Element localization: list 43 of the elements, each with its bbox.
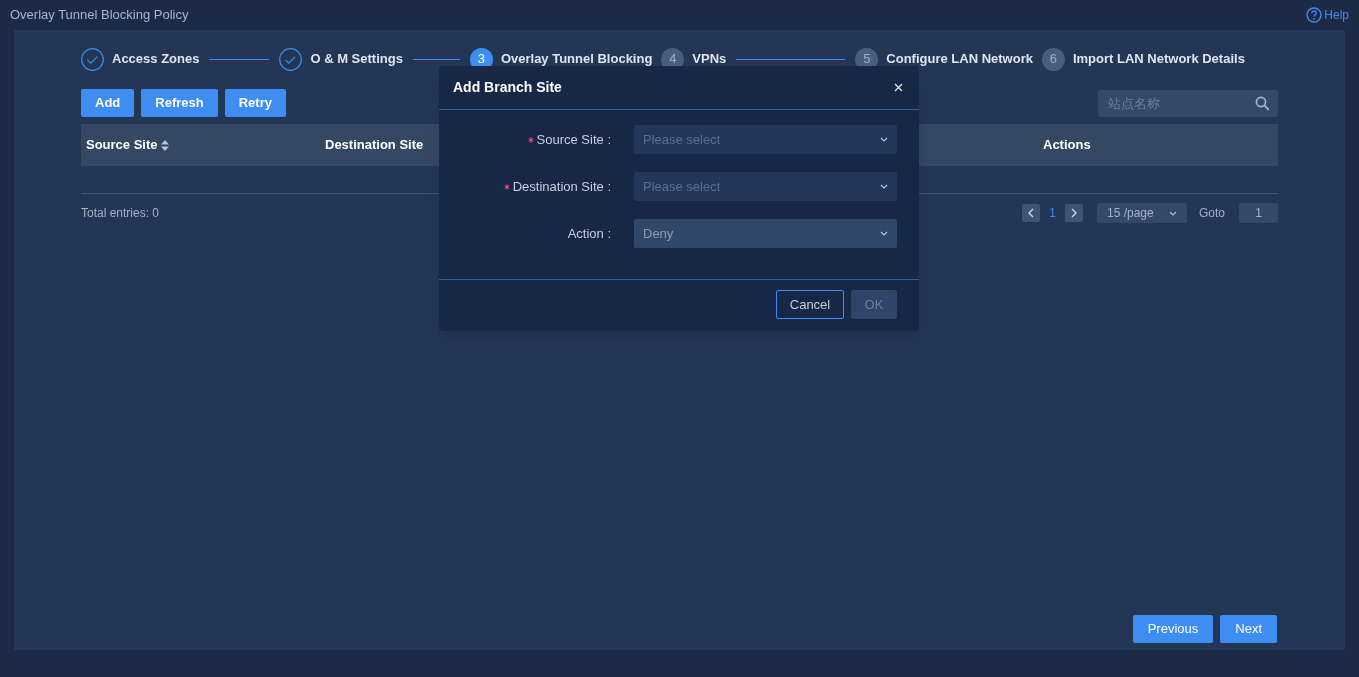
step-label[interactable]: O & M Settings <box>310 49 403 69</box>
search-icon <box>1255 95 1270 111</box>
select-field[interactable]: Please select <box>634 125 897 154</box>
column-header[interactable]: Destination Site <box>325 135 424 155</box>
toolbar-button[interactable]: Add <box>81 89 135 117</box>
column-header[interactable]: Source Site <box>86 135 158 155</box>
step-label[interactable]: Import LAN Network Details <box>1072 49 1245 69</box>
select-field[interactable]: Deny <box>634 219 897 248</box>
column-header[interactable]: Actions <box>1043 135 1091 155</box>
chevron-down-icon <box>880 137 888 142</box>
chevron-down-icon <box>880 231 888 236</box>
page-size-select[interactable]: 15 /page <box>1097 203 1187 223</box>
dialog-button[interactable]: Cancel <box>776 290 844 319</box>
help-link[interactable]: Help <box>1306 6 1349 24</box>
footer-button[interactable]: Previous <box>1132 615 1214 643</box>
step-label[interactable]: Configure LAN Network <box>886 49 1033 69</box>
page-number[interactable]: 1 <box>1048 204 1057 222</box>
dialog-title: Add Branch Site <box>453 78 562 97</box>
chevron-left-icon <box>1028 208 1035 218</box>
step-label[interactable]: Access Zones <box>112 49 200 69</box>
toolbar-button[interactable]: Refresh <box>141 89 218 117</box>
page-title: Overlay Tunnel Blocking Policy <box>10 6 189 25</box>
help-icon <box>1306 7 1323 23</box>
field-label: Source Site : <box>536 130 611 149</box>
page-size-value: 15 /page <box>1107 205 1154 222</box>
select-field[interactable]: Please select <box>634 172 897 201</box>
step-label[interactable]: Overlay Tunnel Blocking <box>500 49 653 69</box>
next-page-button[interactable] <box>1065 204 1083 222</box>
sort-icon[interactable] <box>160 139 169 151</box>
step-label[interactable]: VPNs <box>692 49 727 69</box>
footer-button[interactable]: Next <box>1220 615 1277 643</box>
chevron-down-icon <box>880 184 888 189</box>
previous-page-button[interactable] <box>1022 204 1041 222</box>
goto-input[interactable]: 1 <box>1239 203 1278 223</box>
toolbar-button[interactable]: Retry <box>224 89 286 117</box>
goto-label: Goto <box>1199 205 1225 222</box>
chevron-right-icon <box>1071 208 1077 218</box>
close-icon[interactable] <box>894 83 903 92</box>
step-number[interactable]: 6 <box>1041 47 1065 71</box>
chevron-down-icon <box>1169 210 1177 216</box>
field-label: Destination Site : <box>512 177 611 196</box>
field-label: Action : <box>567 224 611 243</box>
total-entries: Total entries: 0 <box>81 205 160 222</box>
